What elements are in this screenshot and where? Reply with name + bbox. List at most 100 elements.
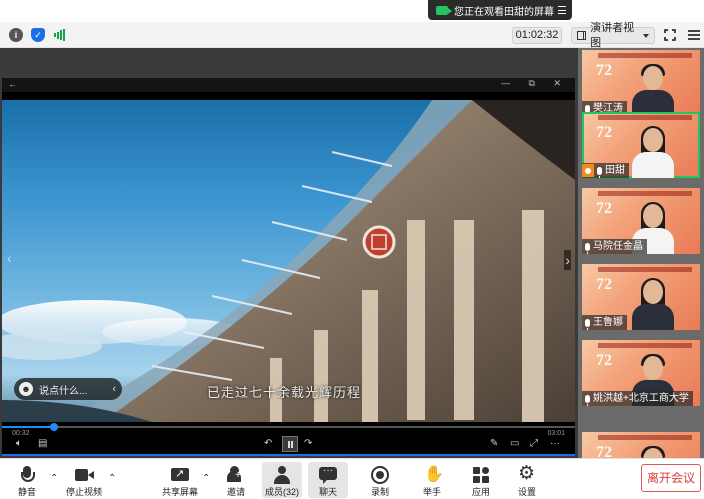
prev-arrow-icon[interactable]: ‹: [7, 250, 12, 266]
collapse-arrow-icon[interactable]: ‹: [112, 383, 116, 395]
video-frame[interactable]: ‹ › ☻ 说点什么... ‹ 已走过七十余载光辉历程: [2, 100, 575, 422]
microphone-icon: [585, 394, 590, 406]
screen-share-banner-text: 您正在观看田甜的屏幕: [454, 6, 554, 18]
share-options-chevron-icon[interactable]: ⌃: [202, 473, 210, 484]
player-titlebar: ← — ⧉ ✕: [2, 78, 575, 92]
banner-decoration: [598, 115, 692, 120]
screen-share-banner[interactable]: 您正在观看田甜的屏幕: [428, 0, 572, 20]
share-screen-icon: [171, 466, 189, 484]
camera-icon: [75, 466, 94, 484]
participant-tile[interactable]: 72 王鲁娜: [582, 264, 700, 330]
participant-tile[interactable]: 72 田甜: [582, 112, 700, 178]
video-options-chevron-icon[interactable]: ⌃: [108, 473, 116, 484]
participant-tile[interactable]: 72: [582, 432, 700, 458]
participant-name: 马院任金晶: [593, 241, 643, 252]
participant-name: 姚洪越+北京工商大学: [593, 393, 689, 404]
banner-decoration: [598, 53, 692, 58]
members-button[interactable]: 成员(32): [262, 462, 302, 498]
view-mode-label: 演讲者视图: [590, 21, 635, 49]
window-controls[interactable]: — ⧉ ✕: [501, 78, 569, 89]
info-icon[interactable]: i: [9, 28, 23, 42]
record-icon: [371, 466, 389, 484]
progress-knob[interactable]: [49, 423, 58, 431]
comment-placeholder: 说点什么...: [39, 385, 88, 397]
shared-screen-area: ← — ⧉ ✕ ‹ › ☻ 说点什么... ‹ 已走过七十余载光辉历程 00:3…: [0, 48, 578, 458]
security-shield-icon[interactable]: ✓: [31, 28, 45, 42]
participant-tile[interactable]: 72 姚洪越+北京工商大学: [582, 340, 700, 406]
volume-icon[interactable]: 🔈︎: [16, 438, 22, 449]
presenter-icon: [582, 164, 594, 177]
banner-decoration: [598, 343, 692, 348]
participant-tile[interactable]: 72 樊江涛: [582, 50, 700, 116]
chevron-down-icon: [643, 33, 649, 38]
more-icon[interactable]: ···: [550, 438, 560, 449]
raise-hand-button[interactable]: 举手: [412, 462, 452, 498]
chat-icon: [319, 466, 337, 484]
participant-tile[interactable]: 72 马院任金晶: [582, 188, 700, 254]
video-subtitle: 已走过七十余载光辉历程: [207, 385, 362, 400]
apps-button[interactable]: 应用: [461, 462, 501, 498]
meeting-window: 您正在观看田甜的屏幕 i ✓ 01:02:32 演讲者视图 ← — ⧉ ✕ ‹ …: [0, 0, 704, 499]
apps-grid-icon: [472, 466, 490, 484]
forward-icon[interactable]: ↷: [304, 438, 312, 449]
members-icon: [273, 466, 291, 484]
anniversary-logo: 72: [596, 62, 612, 79]
participant-name: 王鲁娜: [593, 317, 623, 328]
banner-decoration: [598, 267, 692, 272]
view-mode-dropdown[interactable]: 演讲者视图: [571, 22, 655, 49]
settings-button[interactable]: 设置: [507, 462, 547, 498]
university-emblem: [362, 225, 396, 259]
next-arrow-icon[interactable]: ›: [564, 250, 571, 270]
video-player[interactable]: ← — ⧉ ✕ ‹ › ☻ 说点什么... ‹ 已走过七十余载光辉历程 00:3…: [2, 78, 575, 456]
more-menu-icon[interactable]: [688, 28, 700, 42]
pen-icon[interactable]: ✎: [490, 438, 498, 449]
invite-user-icon: [227, 466, 245, 484]
microphone-icon: [18, 466, 36, 484]
player-controls: 🔈︎ ▤ ↶ ↷ ✎ ▭ ⤢ ···: [2, 436, 575, 454]
leave-meeting-button[interactable]: 离开会议: [641, 464, 701, 492]
anniversary-logo: 72: [596, 200, 612, 217]
participant-video: [632, 446, 674, 458]
comment-input[interactable]: ☻ 说点什么... ‹: [14, 378, 122, 400]
invite-button[interactable]: 邀请: [216, 462, 256, 498]
gear-icon: [518, 462, 536, 485]
anniversary-logo: 72: [596, 276, 612, 293]
rewind-icon[interactable]: ↶: [264, 438, 272, 449]
video-progress-bar[interactable]: [2, 423, 575, 431]
status-bar: i ✓ 01:02:32 演讲者视图: [0, 22, 704, 49]
anniversary-logo: 72: [596, 352, 612, 369]
pip-icon[interactable]: ▭: [510, 438, 519, 449]
microphone-icon: [585, 242, 590, 254]
expand-icon[interactable]: ⤢: [530, 438, 538, 449]
meeting-timer: 01:02:32: [512, 27, 562, 44]
view-grid-icon: [577, 31, 587, 40]
network-signal-icon[interactable]: [53, 28, 67, 42]
mute-options-chevron-icon[interactable]: ⌃: [50, 473, 58, 484]
record-button[interactable]: 录制: [360, 462, 400, 498]
fullscreen-icon[interactable]: [663, 28, 677, 42]
player-bottom-accent: [2, 454, 575, 456]
participant-name-tag: 马院任金晶: [582, 239, 647, 254]
back-arrow-icon[interactable]: ←: [8, 79, 17, 89]
stop-video-button[interactable]: 停止视频: [64, 462, 104, 498]
mute-button[interactable]: 静音: [7, 462, 47, 498]
participant-name: 田甜: [605, 165, 625, 176]
campus-building-image: [2, 100, 575, 422]
share-screen-button[interactable]: 共享屏幕: [160, 462, 200, 498]
microphone-icon: [597, 166, 602, 178]
emoji-icon[interactable]: ☻: [19, 382, 33, 396]
danmaku-icon[interactable]: ▤: [38, 438, 47, 449]
progress-fill: [2, 426, 54, 428]
microphone-icon: [585, 318, 590, 330]
participant-video: [632, 278, 674, 330]
anniversary-logo: 72: [596, 124, 612, 141]
banner-decoration: [598, 191, 692, 196]
participant-name-tag: 姚洪越+北京工商大学: [582, 391, 693, 406]
chat-button[interactable]: 聊天: [308, 462, 348, 498]
banner-menu-icon[interactable]: [558, 6, 566, 14]
participant-name-tag: 田甜: [582, 163, 629, 178]
participant-name-tag: 王鲁娜: [582, 315, 627, 330]
participant-video: [632, 126, 674, 178]
pause-button[interactable]: [282, 436, 298, 452]
screen-share-icon: [436, 5, 452, 15]
